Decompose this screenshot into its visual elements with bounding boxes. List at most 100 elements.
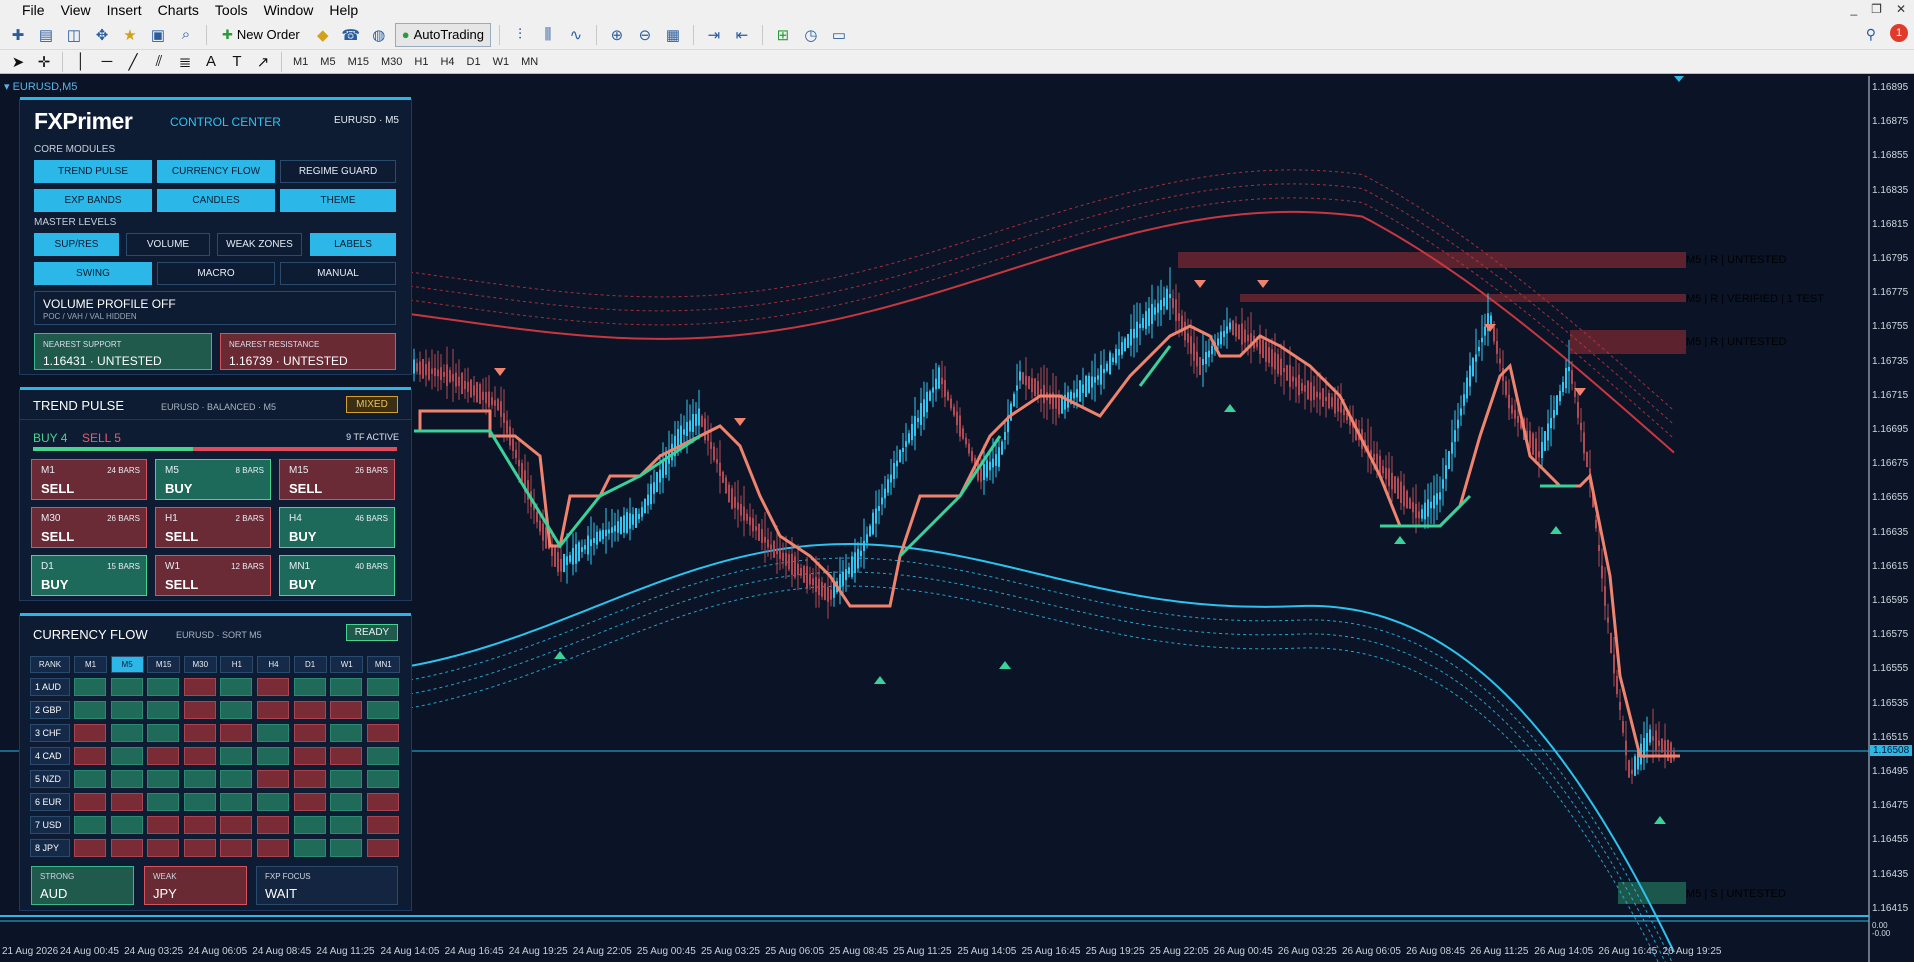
market-icon[interactable]: ◍ (367, 23, 391, 47)
tf-m30-button[interactable]: M30 (376, 52, 407, 72)
core-modules-label: CORE MODULES (34, 144, 116, 155)
arrows-icon[interactable]: ↗ (251, 50, 275, 74)
candle-body (1496, 341, 1498, 354)
close-icon[interactable]: ✕ (1896, 2, 1906, 16)
tf-card-h1[interactable]: H1 2 BARS SELL (155, 507, 271, 548)
trendline-icon[interactable]: ╱ (121, 50, 145, 74)
candle-body (1238, 324, 1240, 340)
signals-icon[interactable]: ☎ (339, 23, 363, 47)
data-window-icon[interactable]: ✥ (90, 23, 114, 47)
tf-card-h4[interactable]: H4 46 BARS BUY (279, 507, 395, 548)
notifications-icon[interactable]: 1 (1890, 24, 1908, 42)
tf-m5-button[interactable]: M5 (315, 52, 340, 72)
auto-scroll-icon[interactable]: ⇥ (702, 23, 726, 47)
grid-header-h1[interactable]: H1 (220, 656, 254, 673)
text-label-icon[interactable]: T (225, 50, 249, 74)
candle-body (1436, 493, 1438, 505)
volume-profile-box[interactable]: VOLUME PROFILE OFF POC / VAH / VAL HIDDE… (34, 291, 396, 325)
market-watch-icon[interactable]: ◫ (62, 23, 86, 47)
exp-bands-toggle[interactable]: EXP BANDS (34, 189, 152, 212)
candles-toggle[interactable]: CANDLES (157, 189, 275, 212)
labels-toggle[interactable]: LABELS (310, 233, 396, 256)
metaeditor-icon[interactable]: ◆ (311, 23, 335, 47)
candle-body (635, 508, 637, 528)
candle-body (1397, 478, 1399, 499)
regime-guard-toggle[interactable]: REGIME GUARD (280, 160, 396, 183)
candle-body (1151, 303, 1153, 325)
tester-icon[interactable]: ⌕ (174, 23, 198, 47)
terminal-icon[interactable]: ▣ (146, 23, 170, 47)
zoom-in-icon[interactable]: ⊕ (605, 23, 629, 47)
templates-icon[interactable]: ▭ (827, 23, 851, 47)
tf-d1-button[interactable]: D1 (462, 52, 486, 72)
volume-toggle[interactable]: VOLUME (126, 233, 210, 256)
candle-body (845, 569, 847, 581)
tf-h4-button[interactable]: H4 (435, 52, 459, 72)
bar-chart-icon[interactable]: ⫶ (508, 23, 532, 47)
candle-body (1340, 402, 1342, 413)
weak-zones-toggle[interactable]: WEAK ZONES (217, 233, 302, 256)
tf-card-w1[interactable]: W1 12 BARS SELL (155, 555, 271, 596)
currency-flow-toggle[interactable]: CURRENCY FLOW (157, 160, 275, 183)
fibonacci-icon[interactable]: ≣ (173, 50, 197, 74)
grid-header-h4[interactable]: H4 (257, 656, 290, 673)
sup-res-toggle[interactable]: SUP/RES (34, 233, 119, 256)
tf-card-m30[interactable]: M30 26 BARS SELL (31, 507, 147, 548)
search-icon[interactable]: ⚲ (1866, 26, 1876, 43)
trend-pulse-panel: TREND PULSE EURUSD · BALANCED · M5 MIXED… (19, 387, 412, 601)
text-icon[interactable]: A (199, 50, 223, 74)
theme-toggle[interactable]: THEME (280, 189, 396, 212)
tile-windows-icon[interactable]: ▦ (661, 23, 685, 47)
menu-help[interactable]: Help (321, 2, 366, 18)
tf-card-m15[interactable]: M15 26 BARS SELL (279, 459, 395, 500)
profiles-icon[interactable]: ▤ (34, 23, 58, 47)
manual-toggle[interactable]: MANUAL (280, 262, 396, 285)
tf-card-m1[interactable]: M1 24 BARS SELL (31, 459, 147, 500)
menu-window[interactable]: Window (256, 2, 322, 18)
crosshair-icon[interactable]: ✛ (32, 50, 56, 74)
vertical-line-icon[interactable]: │ (69, 50, 93, 74)
swing-toggle[interactable]: SWING (34, 262, 152, 285)
periods-icon[interactable]: ◷ (799, 23, 823, 47)
candle-body (1262, 339, 1264, 359)
minimize-icon[interactable]: _ (1850, 2, 1857, 16)
line-chart-icon[interactable]: ∿ (564, 23, 588, 47)
tf-m1-button[interactable]: M1 (288, 52, 313, 72)
zoom-out-icon[interactable]: ⊖ (633, 23, 657, 47)
tf-m15-button[interactable]: M15 (343, 52, 374, 72)
zone-label-2: M5 | R | VERIFIED | 1 TEST (1686, 293, 1824, 305)
restore-icon[interactable]: ❐ (1871, 2, 1882, 16)
candlestick-icon[interactable]: ⫼ (536, 23, 560, 47)
candle-body (1298, 374, 1300, 396)
tf-w1-button[interactable]: W1 (488, 52, 515, 72)
grid-header-mn1[interactable]: MN1 (366, 656, 400, 673)
grid-header-d1[interactable]: D1 (293, 656, 327, 673)
new-chart-icon[interactable]: ✚ (6, 23, 30, 47)
trend-pulse-toggle[interactable]: TREND PULSE (34, 160, 152, 183)
grid-header-m1[interactable]: M1 (74, 656, 107, 673)
macro-toggle[interactable]: MACRO (157, 262, 275, 285)
grid-header-w1[interactable]: W1 (330, 656, 364, 673)
tf-h1-button[interactable]: H1 (409, 52, 433, 72)
autotrading-button[interactable]: ● AutoTrading (394, 22, 491, 47)
horizontal-line-icon[interactable]: ─ (95, 50, 119, 74)
grid-header-m5[interactable]: M5 (110, 656, 144, 673)
grid-header-m30[interactable]: M30 (183, 656, 217, 673)
time-axis-label: 25 Aug 14:05 (957, 946, 1017, 957)
indicators-icon[interactable]: ⊞ (771, 23, 795, 47)
menu-view[interactable]: View (53, 2, 99, 18)
tf-card-m5[interactable]: M5 8 BARS BUY (155, 459, 271, 500)
tf-card-mn1[interactable]: MN1 40 BARS BUY (279, 555, 395, 596)
equidistant-channel-icon[interactable]: ⫽ (147, 50, 171, 74)
navigator-icon[interactable]: ★ (118, 23, 142, 47)
menu-charts[interactable]: Charts (150, 2, 207, 18)
tf-card-d1[interactable]: D1 15 BARS BUY (31, 555, 147, 596)
grid-header-m15[interactable]: M15 (147, 656, 181, 673)
menu-tools[interactable]: Tools (207, 2, 256, 18)
new-order-button[interactable]: ✚ New Order (215, 23, 307, 47)
cursor-icon[interactable]: ➤ (6, 50, 30, 74)
tf-mn-button[interactable]: MN (516, 52, 543, 72)
menu-file[interactable]: File (0, 2, 53, 18)
menu-insert[interactable]: Insert (99, 2, 150, 18)
chart-shift-icon[interactable]: ⇤ (730, 23, 754, 47)
